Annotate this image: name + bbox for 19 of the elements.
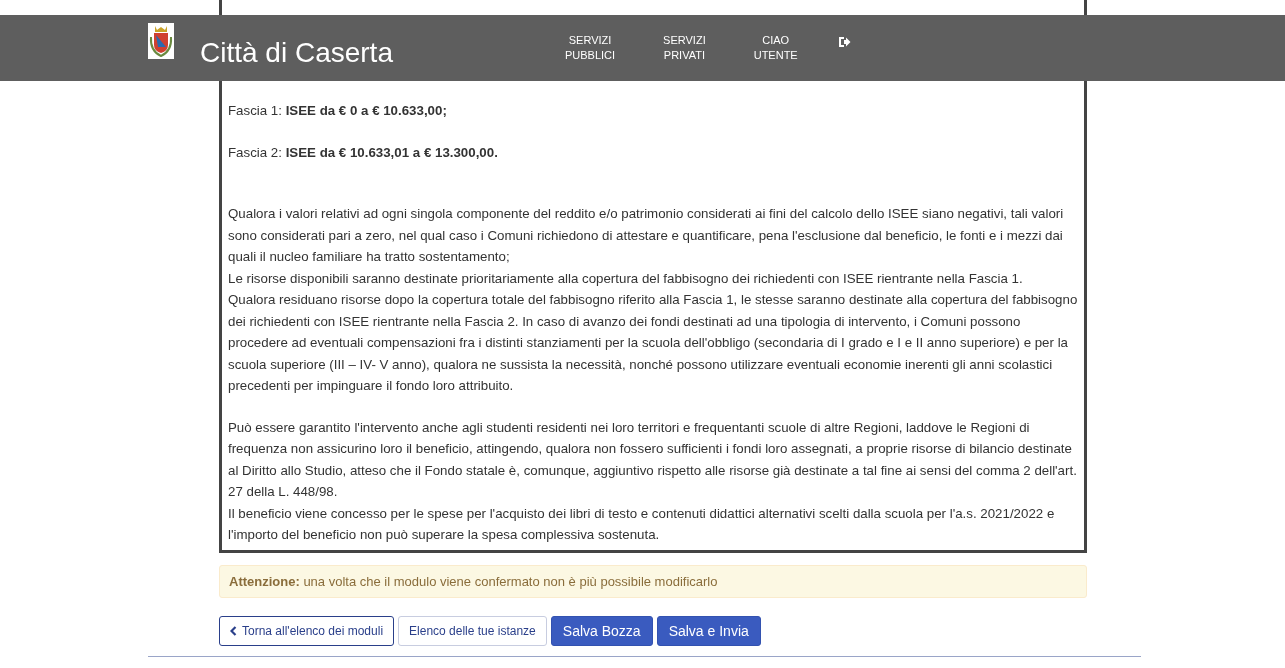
paragraph: Qualora i valori relativi ad ogni singola componente del reddito e/o patrimonio considerati ai fini del calcolo dello ISEE siano negativi, tali valori sono considerati pari a zero, nel qual caso i Comuni richiedono di attestare e quantificare, pena l'esclusione dal beneficio, le fonti e i mezzi dai quali il nucleo familiare ha tratto sostentamento; xyxy=(228,205,1065,266)
site-title: Città di Caserta xyxy=(200,37,393,69)
warning-alert: Attenzione: una volta che il modulo viene confermato non è più possibile modificarlo xyxy=(219,564,1087,598)
paragraph: Fascia 2: ISEE da € 10.633,01 a € 13.300,00. xyxy=(228,143,499,162)
action-button[interactable]: Elenco delle tue istanze xyxy=(398,615,547,646)
logout-icon[interactable] xyxy=(837,36,851,48)
coat-of-arms-icon xyxy=(148,23,174,59)
action-button[interactable]: Salva Bozza xyxy=(550,615,653,646)
paragraph: Qualora residuano risorse dopo la copertura totale del fabbisogno riferito alla Fascia 1, le stesse saranno destinate alla copertura del fabbisogno dei richiedenti con ISEE rientrante nella Fascia 2. In caso di avanzo dei fondi destinati ad una tipologia di intervento, i Comuni possono procedere ad eventuali compensazioni fra i distinti stanziamenti per la scuola dell'obbligo (secondaria di I grado e I e II anno superiore) e per la scuola superiore (III – IV- V anno), qualora ne sussista la necessità, nonché possono utilizzare eventuali economie inerenti gli anni scolastici precedenti per impinguare il fondo loro attribuito. xyxy=(228,291,1078,395)
action-button[interactable]: Torna all'elenco dei moduli xyxy=(219,615,395,646)
paragraph: Fascia 1: ISEE da € 0 a € 10.633,00; xyxy=(228,102,448,120)
nav-link[interactable]: SERVIZI PRIVATI xyxy=(663,33,706,63)
action-button[interactable]: Salva e Invia xyxy=(656,615,761,646)
chevron-left-icon xyxy=(230,625,237,636)
nav-link[interactable]: SERVIZI PUBBLICI xyxy=(564,33,616,63)
paragraph: Le risorse disponibili saranno destinate prioritariamente alla copertura del fabbisogno dei richiedenti con ISEE rientrante nella Fascia 1. xyxy=(228,269,1024,288)
paragraph: Il beneficio viene concesso per le spese per l'acquisto dei libri di testo e contenuti didattici alternativi scelti dalla scuola per l'a.s. 2021/2022 e l'importo del beneficio non può superare la spesa complessiva sostenuta. xyxy=(228,504,1056,544)
nav-link[interactable]: CIAO UTENTE xyxy=(753,33,798,63)
paragraph: Può essere garantito l'intervento anche agli studenti residenti nei loro territori e frequentanti scuole di altre Regioni, laddove le Regioni di frequenza non assicurino loro il beneficio, attingendo, qualora non fossero sufficienti i fondi loro assegnati, a proprie risorse di bilancio destinate al Diritto allo Studio, atteso che il Fondo statale è, comunque, aggiuntivo rispetto alle risorse già destinate a tal fine ai sensi del comma 2 dell'art. 27 della L. 448/98. xyxy=(228,418,1078,501)
